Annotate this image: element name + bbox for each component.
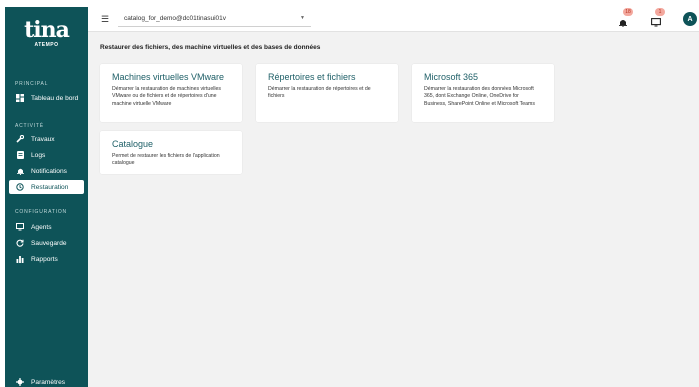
menu-toggle-icon[interactable]: ☰: [101, 14, 109, 25]
card-repertoires-fichiers[interactable]: Répertoires et fichiers Démarrer la rest…: [256, 64, 398, 122]
sidebar-item-label: Sauvegarde: [31, 239, 67, 247]
sidebar-item-label: Travaux: [31, 135, 55, 143]
logo-text: tina: [24, 17, 70, 43]
section-activite: ACTIVITÉ: [15, 123, 44, 129]
page-title: Restaurer des fichiers, des machine virt…: [100, 44, 321, 51]
avatar[interactable]: A: [683, 12, 697, 26]
dashboard-icon: [15, 94, 25, 102]
sidebar-item-label: Rapports: [31, 255, 58, 263]
sidebar-item-label: Paramètres: [31, 378, 66, 386]
card-description: Démarrer la restauration de répertoires …: [268, 86, 371, 100]
sidebar-item-restauration[interactable]: Restauration: [9, 180, 84, 194]
card-vmware[interactable]: Machines virtuelles VMware Démarrer la r…: [100, 64, 242, 122]
logo-subtext: ATEMPO: [34, 42, 59, 48]
sidebar-item-label: Notifications: [31, 167, 67, 175]
catalog-selector-value: catalog_for_demo@dc01tinasui01v: [124, 15, 226, 22]
catalog-selector[interactable]: catalog_for_demo@dc01tinasui01v ▼: [118, 11, 311, 27]
card-description: Démarrer la restauration des données Mic…: [424, 86, 535, 107]
tina-logo[interactable]: tina ATEMPO: [5, 19, 88, 48]
notifications-badge: 18: [623, 8, 633, 16]
top-bar: ☰ catalog_for_demo@dc01tinasui01v ▼ 18 1…: [88, 7, 699, 32]
chevron-down-icon: ▼: [300, 15, 305, 21]
monitor-icon: [15, 223, 25, 231]
messages-button[interactable]: 1: [651, 8, 665, 32]
card-description: Démarrer la restauration de machines vir…: [112, 86, 221, 107]
card-title: Microsoft 365: [424, 72, 479, 82]
main-content: Restaurer des fichiers, des machine virt…: [88, 32, 699, 387]
sidebar-item-label: Restauration: [31, 183, 69, 191]
bar-chart-icon: [15, 255, 25, 263]
sidebar-item-dashboard[interactable]: Tableau de bord: [9, 91, 84, 105]
history-icon: [15, 183, 25, 191]
card-title: Catalogue: [112, 139, 154, 149]
notifications-button[interactable]: 18: [619, 8, 633, 32]
card-catalogue[interactable]: Catalogue Permet de restaurer les fichie…: [100, 131, 242, 174]
sidebar-item-sauvegarde[interactable]: Sauvegarde: [9, 236, 84, 250]
sidebar-item-label: Tableau de bord: [31, 94, 79, 102]
wrench-icon: [15, 135, 25, 143]
sidebar-item-label: Agents: [31, 223, 52, 231]
sidebar: tina ATEMPO PRINCIPAL Tableau de bord AC…: [5, 7, 88, 387]
card-title: Répertoires et fichiers: [268, 72, 356, 82]
messages-badge: 1: [655, 8, 665, 16]
section-principal: PRINCIPAL: [15, 81, 49, 87]
sidebar-item-parametres[interactable]: Paramètres: [9, 375, 84, 387]
card-description: Permet de restaurer les fichiers de l'ap…: [112, 153, 220, 167]
sidebar-item-rapports[interactable]: Rapports: [9, 252, 84, 266]
gear-icon: [15, 378, 25, 386]
backup-icon: [15, 239, 25, 247]
sidebar-item-travaux[interactable]: Travaux: [9, 132, 84, 146]
bell-icon: [619, 20, 627, 27]
bell-icon: [15, 167, 25, 175]
card-microsoft-365[interactable]: Microsoft 365 Démarrer la restauration d…: [412, 64, 554, 122]
card-title: Machines virtuelles VMware: [112, 72, 225, 82]
section-configuration: CONFIGURATION: [15, 209, 67, 215]
logs-icon: [15, 151, 25, 159]
monitor-icon: [651, 18, 661, 27]
sidebar-item-notifications[interactable]: Notifications: [9, 164, 84, 178]
sidebar-item-logs[interactable]: Logs: [9, 148, 84, 162]
sidebar-item-agents[interactable]: Agents: [9, 220, 84, 234]
sidebar-item-label: Logs: [31, 151, 46, 159]
